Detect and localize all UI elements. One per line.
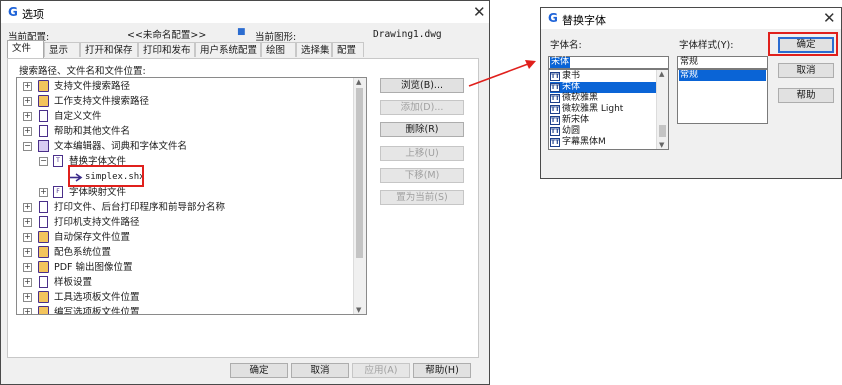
font-option[interactable]: TT 微软雅黑	[550, 93, 657, 104]
font-option-selected[interactable]: TT 宋体	[550, 82, 657, 93]
truetype-icon: TT	[550, 83, 560, 92]
font-style-list[interactable]: 常规	[677, 69, 768, 124]
style-option-label: 常规	[680, 70, 699, 80]
font-cancel-button[interactable]: 取消	[778, 63, 834, 78]
font-close-icon[interactable]: ✕	[823, 9, 836, 27]
scroll-up-icon[interactable]: ▲	[659, 70, 664, 78]
font-option-label: 微软雅黑 Light	[562, 104, 624, 114]
scroll-down-icon[interactable]: ▼	[659, 141, 664, 149]
style-option-selected[interactable]: 常规	[679, 70, 766, 81]
font-option-label: 新宋体	[562, 115, 590, 125]
font-dialog-title: 替换字体	[562, 14, 606, 27]
font-option-label: 宋体	[562, 82, 581, 92]
truetype-icon: TT	[550, 127, 560, 136]
font-help-button[interactable]: 帮助	[778, 88, 834, 103]
font-style-label: 字体样式(Y):	[679, 40, 734, 51]
font-option-label: 隶书	[562, 71, 581, 81]
font-option[interactable]: TT 隶书	[550, 71, 657, 82]
truetype-icon: TT	[550, 138, 560, 147]
font-style-input[interactable]: 常规	[677, 56, 768, 69]
font-titlebar: G 替换字体 ✕	[541, 8, 841, 29]
font-style-value: 常规	[680, 57, 699, 67]
truetype-icon: TT	[550, 105, 560, 114]
font-list-scroll-thumb[interactable]	[659, 125, 666, 137]
highlight-font-ok	[768, 32, 838, 56]
font-name-label: 字体名:	[550, 40, 582, 51]
font-option[interactable]: TT 字幕黑体M	[550, 137, 657, 148]
truetype-icon: TT	[550, 94, 560, 103]
font-option-label: 微软雅黑	[562, 93, 599, 103]
font-option-label: 幼圆	[562, 126, 581, 136]
font-option[interactable]: TT 新宋体	[550, 115, 657, 126]
font-list-scrollbar[interactable]: ▲ ▼	[656, 70, 668, 149]
truetype-icon: TT	[550, 72, 560, 81]
font-name-input[interactable]: 宋体	[548, 56, 669, 69]
font-option[interactable]: TT 微软雅黑 Light	[550, 104, 657, 115]
font-option-label: 字幕黑体M	[562, 137, 606, 147]
font-name-list[interactable]: TT 隶书 TT 宋体 TT 微软雅黑 TT 微软雅黑 Light TT 新宋体 TT 幼圆…	[548, 69, 669, 150]
truetype-icon: TT	[550, 116, 560, 125]
app-logo-icon: G	[548, 11, 558, 25]
font-name-value: 宋体	[550, 57, 571, 68]
font-option[interactable]: TT 幼圆	[550, 126, 657, 137]
